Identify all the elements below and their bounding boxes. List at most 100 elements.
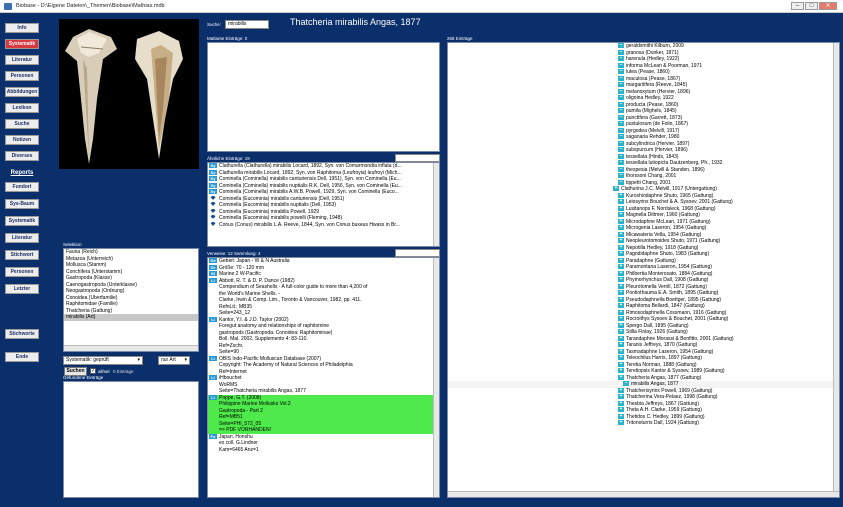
- expand-icon[interactable]: +: [618, 245, 624, 250]
- references-filter-input[interactable]: [395, 249, 440, 257]
- nav-suche-button[interactable]: Suche: [5, 119, 39, 129]
- collapse-icon[interactable]: –: [618, 141, 624, 146]
- systematik-filter-select[interactable]: Systematik: geprüft ▾: [63, 356, 143, 365]
- expand-icon[interactable]: +: [618, 329, 624, 335]
- nav-diverses-button[interactable]: Diverses: [5, 151, 39, 161]
- expand-icon[interactable]: +: [618, 212, 624, 218]
- expand-icon[interactable]: +: [618, 323, 624, 328]
- matching-entries-list[interactable]: [207, 42, 440, 152]
- expand-icon[interactable]: +: [618, 258, 624, 263]
- collapse-icon[interactable]: –: [618, 147, 624, 153]
- expand-icon[interactable]: +: [618, 362, 624, 367]
- nav-info-button[interactable]: Info: [5, 23, 39, 33]
- report-sysbaum-button[interactable]: Sys-Baum: [5, 199, 39, 209]
- nav-abbildungen-button[interactable]: Abbildungen: [5, 87, 39, 97]
- all-checkbox[interactable]: ✓: [90, 368, 96, 374]
- collapse-icon[interactable]: –: [618, 76, 624, 81]
- collapse-icon[interactable]: –: [618, 121, 624, 127]
- collapse-icon[interactable]: –: [618, 128, 624, 133]
- expand-icon[interactable]: +: [618, 310, 624, 315]
- vertical-scrollbar[interactable]: [433, 163, 439, 246]
- stichworte-button[interactable]: Stichworte: [5, 329, 39, 339]
- collapse-icon[interactable]: –: [618, 89, 624, 94]
- expand-icon[interactable]: +: [618, 388, 624, 393]
- mode-select[interactable]: nur Art ▾: [158, 356, 190, 365]
- collapse-icon[interactable]: –: [618, 180, 624, 185]
- expand-icon[interactable]: +: [618, 290, 624, 296]
- collapse-icon[interactable]: –: [618, 69, 624, 75]
- nav-literatur-button[interactable]: Literatur: [5, 55, 39, 65]
- expand-icon[interactable]: +: [618, 355, 624, 361]
- nav-personen-button[interactable]: Personen: [5, 71, 39, 81]
- tree-node[interactable]: + Tritonoturris Dall, 1924 (Gattung): [448, 420, 839, 427]
- expand-icon[interactable]: +: [618, 375, 624, 380]
- systematics-tree[interactable]: – geraldsmithi Kilburn, 2009– granosa (Dun…: [447, 42, 840, 498]
- expand-icon[interactable]: +: [618, 277, 624, 283]
- collapse-icon[interactable]: –: [618, 115, 624, 120]
- horizontal-scrollbar[interactable]: [64, 345, 198, 351]
- expand-icon[interactable]: +: [613, 186, 619, 192]
- expand-icon[interactable]: +: [618, 271, 624, 276]
- expand-icon[interactable]: +: [618, 251, 624, 257]
- expand-icon[interactable]: +: [618, 225, 624, 231]
- expand-icon[interactable]: +: [618, 368, 624, 374]
- expand-icon[interactable]: +: [618, 401, 624, 406]
- report-letzter-button[interactable]: Letzter: [5, 284, 39, 294]
- report-fundort-button[interactable]: Fundort: [5, 182, 39, 192]
- expand-icon[interactable]: +: [618, 206, 624, 211]
- expand-icon[interactable]: +: [618, 349, 624, 354]
- collapse-icon[interactable]: –: [618, 167, 624, 172]
- collapse-icon[interactable]: –: [618, 108, 624, 114]
- collapse-icon[interactable]: –: [618, 63, 624, 68]
- collapse-icon[interactable]: –: [623, 381, 629, 387]
- minimize-button[interactable]: –: [791, 2, 804, 10]
- nav-notizen-button[interactable]: Notizen: [5, 135, 39, 145]
- ende-button[interactable]: Ende: [5, 352, 39, 362]
- expand-icon[interactable]: +: [618, 342, 624, 348]
- vertical-scrollbar[interactable]: [433, 258, 439, 497]
- similar-entries-list[interactable]: Sy Clathurella (Clathurella) mirabilis Lo…: [207, 162, 440, 247]
- expand-icon[interactable]: +: [618, 414, 624, 419]
- nav-systematik-button[interactable]: Systematik: [5, 39, 39, 49]
- selection-item-selected[interactable]: mirabilis (Art): [64, 314, 198, 321]
- expand-icon[interactable]: +: [618, 407, 624, 413]
- collapse-icon[interactable]: –: [618, 160, 624, 166]
- close-button[interactable]: ✕: [819, 2, 837, 10]
- collapse-icon[interactable]: –: [618, 102, 624, 107]
- expand-icon[interactable]: +: [618, 420, 624, 426]
- report-literatur-button[interactable]: Literatur: [5, 233, 39, 243]
- expand-icon[interactable]: +: [618, 394, 624, 400]
- maximize-button[interactable]: □: [805, 2, 818, 10]
- expand-icon[interactable]: +: [618, 219, 624, 224]
- expand-icon[interactable]: +: [618, 193, 624, 198]
- expand-icon[interactable]: +: [618, 316, 624, 322]
- expand-icon[interactable]: +: [618, 199, 624, 205]
- collapse-icon[interactable]: –: [618, 134, 624, 140]
- nav-lexikon-button[interactable]: Lexikon: [5, 103, 39, 113]
- similar-entry-row[interactable]: ◆ Conus (Conus) mirabilis L.A. Reeve, 184…: [208, 222, 439, 229]
- collapse-icon[interactable]: –: [618, 154, 624, 159]
- found-entries-list[interactable]: [63, 381, 199, 498]
- selection-list[interactable]: Fauna (Reich) Metazoa (Unterreich) Mollu…: [63, 248, 199, 352]
- report-systematik-button[interactable]: Systematik: [5, 216, 39, 226]
- report-personen-button[interactable]: Personen: [5, 267, 39, 277]
- expand-icon[interactable]: +: [618, 297, 624, 302]
- references-list[interactable]: Ge Gebiet: Japan - W & N Australia Gr Größe…: [207, 257, 440, 498]
- similar-filter-input[interactable]: [395, 154, 440, 162]
- collapse-icon[interactable]: –: [618, 173, 624, 179]
- expand-icon[interactable]: +: [618, 264, 624, 270]
- expand-icon[interactable]: +: [618, 284, 624, 289]
- expand-icon[interactable]: +: [618, 336, 624, 341]
- collapse-icon[interactable]: –: [618, 82, 624, 88]
- collapse-icon[interactable]: –: [618, 50, 624, 55]
- expand-icon[interactable]: +: [618, 238, 624, 244]
- report-stichwort-button[interactable]: Stichwort: [5, 250, 39, 260]
- horizontal-scrollbar[interactable]: [448, 491, 839, 497]
- collapse-icon[interactable]: –: [618, 95, 624, 101]
- collapse-icon[interactable]: –: [618, 43, 624, 49]
- expand-icon[interactable]: +: [618, 232, 624, 237]
- search-input[interactable]: mirabilis: [225, 20, 269, 29]
- reference-row[interactable]: Kam=6465 Anz=1: [208, 447, 439, 454]
- expand-icon[interactable]: +: [618, 303, 624, 309]
- collapse-icon[interactable]: –: [618, 56, 624, 62]
